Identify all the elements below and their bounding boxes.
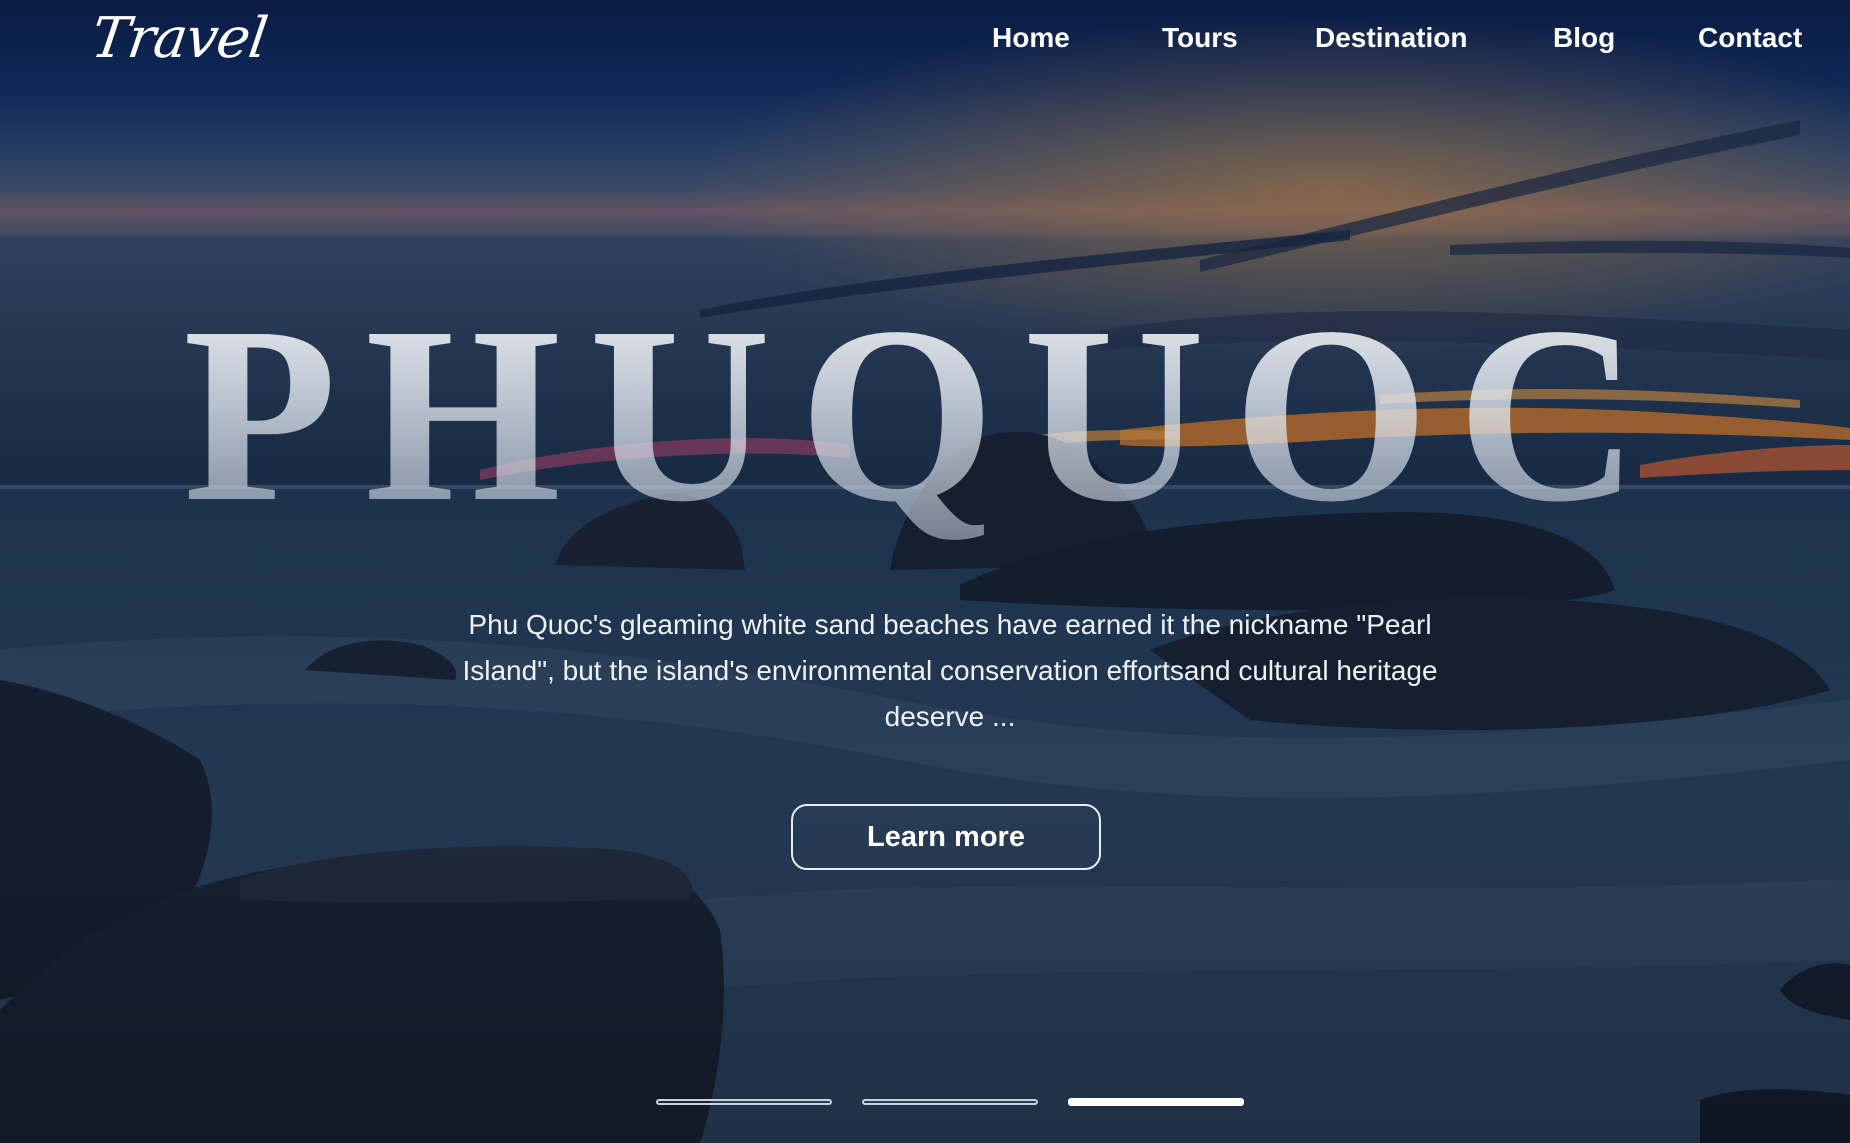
carousel-dot-3-active[interactable] bbox=[1068, 1098, 1244, 1106]
main-navigation: Home Tours Destination Blog Contact bbox=[0, 22, 1850, 62]
nav-contact-link[interactable]: Contact bbox=[1698, 22, 1802, 54]
nav-blog-link[interactable]: Blog bbox=[1553, 22, 1615, 54]
carousel-dot-1[interactable] bbox=[656, 1099, 832, 1105]
hero-background-image bbox=[0, 0, 1850, 1143]
hero-title: PHUQUOC bbox=[0, 288, 1850, 540]
hero-description: Phu Quoc's gleaming white sand beaches h… bbox=[462, 609, 1438, 732]
carousel-dot-2[interactable] bbox=[862, 1099, 1038, 1105]
learn-more-button[interactable]: Learn more bbox=[791, 804, 1101, 870]
hero-section: Travel Home Tours Destination Blog Conta… bbox=[0, 0, 1850, 1143]
nav-tours-link[interactable]: Tours bbox=[1162, 22, 1238, 54]
nav-home-link[interactable]: Home bbox=[992, 22, 1070, 54]
carousel-indicators bbox=[0, 1098, 1850, 1109]
nav-destination-link[interactable]: Destination bbox=[1315, 22, 1467, 54]
